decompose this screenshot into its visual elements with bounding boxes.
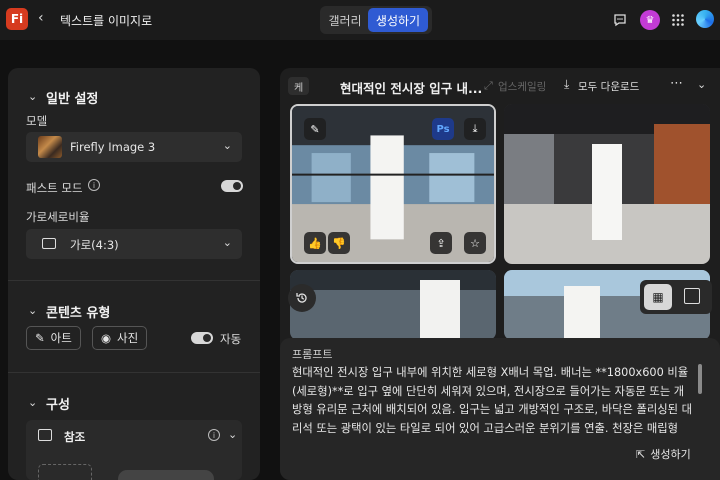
chevron-down-icon: ⌄	[222, 236, 232, 249]
aspect-ratio-dropdown[interactable]: 가로(4:3) ⌄	[26, 229, 242, 259]
composition-title[interactable]: 구성	[46, 394, 70, 413]
photo-button[interactable]: ◉ 사진	[92, 326, 148, 350]
content-type-title[interactable]: 콘텐츠 유형	[46, 302, 110, 321]
download-icon: ⤓	[564, 77, 570, 91]
info-icon[interactable]: i	[208, 429, 220, 441]
lobby-image	[290, 270, 496, 340]
download-icon[interactable]: ⤓	[464, 118, 486, 140]
info-icon[interactable]: i	[88, 179, 100, 191]
chat-icon[interactable]	[610, 10, 630, 30]
firefly-logo[interactable]: Fi	[6, 8, 28, 30]
generated-image-2[interactable]	[504, 104, 710, 264]
mode-switch: 갤러리 생성하기	[320, 6, 432, 34]
upscale-button[interactable]: 업스케일링	[498, 79, 546, 94]
tab-gallery[interactable]: 갤러리	[322, 8, 368, 32]
back-icon[interactable]: ‹	[38, 10, 44, 26]
chevron-down-icon: ⌄	[222, 139, 232, 152]
reference-card: 참조 i ⌄	[26, 420, 242, 480]
more-icon[interactable]: ⋯	[670, 76, 683, 91]
model-value: Firefly Image 3	[70, 140, 156, 154]
generated-image-1[interactable]: ✎ Ps ⤓ 👍 👎 ⇪ ☆	[290, 104, 496, 264]
fast-mode-label: 패스트 모드	[26, 181, 83, 195]
model-label: 모델	[26, 114, 48, 128]
edit-icon[interactable]: ✎	[304, 118, 326, 140]
view-toggle: ▦	[640, 280, 712, 314]
generate-label: 생성하기	[650, 448, 691, 461]
history-icon[interactable]	[288, 284, 316, 312]
star-icon[interactable]: ☆	[464, 232, 486, 254]
divider	[8, 372, 260, 373]
prompt-panel: 프롬프트 현대적인 전시장 입구 내부에 위치한 세로형 X배너 목업. 배너는…	[280, 338, 720, 480]
chevron-down-icon[interactable]: ⌄	[697, 78, 706, 91]
model-dropdown[interactable]: Firefly Image 3 ⌄	[26, 132, 242, 162]
chevron-down-icon[interactable]: ⌄	[28, 90, 37, 103]
generate-button[interactable]: ⇱ 생성하기	[636, 446, 691, 462]
art-label: 아트	[50, 331, 72, 345]
chevron-down-icon[interactable]: ⌄	[28, 304, 37, 317]
share-icon[interactable]: ⇪	[430, 232, 452, 254]
reference-image-icon	[38, 429, 52, 441]
prompt-scrollbar[interactable]	[698, 364, 702, 394]
upscale-icon: ⤢	[484, 79, 493, 92]
aspect-ratio-value: 가로(4:3)	[70, 238, 119, 252]
generate-icon: ⇱	[636, 447, 646, 461]
photoshop-icon[interactable]: Ps	[432, 118, 454, 140]
download-all-button[interactable]: 모두 다운로드	[578, 79, 639, 94]
reference-upload-slot[interactable]	[38, 464, 92, 480]
fast-mode-toggle[interactable]	[221, 180, 243, 192]
auto-toggle[interactable]	[191, 332, 213, 344]
apps-grid-icon[interactable]	[668, 10, 688, 30]
art-button[interactable]: ✎ 아트	[26, 326, 81, 350]
page-title: 텍스트를 이미지로	[60, 14, 153, 28]
results-panel: 케 현대적인 전시장 입구 내... ⤢ 업스케일링 ⤓ 모두 다운로드 ⋯ ⌄…	[280, 68, 720, 480]
auto-label: 자동	[220, 332, 242, 346]
thumbs-down-icon[interactable]: 👎	[328, 232, 350, 254]
top-bar: Fi ‹ 텍스트를 이미지로 갤러리 생성하기 ♛	[0, 0, 720, 40]
reference-label: 참조	[64, 430, 86, 444]
landscape-icon	[42, 238, 56, 249]
chevron-down-icon[interactable]: ⌄	[28, 396, 37, 409]
prompt-textarea[interactable]: 현대적인 전시장 입구 내부에 위치한 세로형 X배너 목업. 배너는 **18…	[292, 364, 694, 438]
result-title: 현대적인 전시장 입구 내...	[340, 81, 483, 96]
thumbs-up-icon[interactable]: 👍	[304, 232, 326, 254]
settings-panel: ⌄ 일반 설정 모델 Firefly Image 3 ⌄ 패스트 모드 i 가로…	[8, 68, 260, 480]
tab-generate[interactable]: 생성하기	[368, 8, 428, 32]
generated-image-3[interactable]	[290, 270, 496, 340]
crown-icon[interactable]: ♛	[640, 10, 660, 30]
avatar[interactable]	[696, 10, 714, 28]
art-icon: ✎	[35, 331, 45, 345]
model-thumbnail	[38, 136, 62, 158]
reference-upload-button[interactable]	[118, 470, 214, 480]
mall-interior-image	[504, 104, 710, 264]
aspect-ratio-label: 가로세로비율	[26, 210, 90, 224]
photo-label: 사진	[117, 331, 139, 345]
prompt-heading: 프롬프트	[292, 348, 333, 361]
general-settings-title[interactable]: 일반 설정	[46, 88, 98, 107]
chevron-down-icon[interactable]: ⌄	[228, 428, 237, 441]
grid-view-icon[interactable]: ▦	[644, 284, 672, 310]
camera-icon: ◉	[101, 331, 112, 345]
single-view-icon[interactable]	[684, 288, 700, 304]
result-tag[interactable]: 케	[288, 77, 310, 95]
divider	[8, 280, 260, 281]
